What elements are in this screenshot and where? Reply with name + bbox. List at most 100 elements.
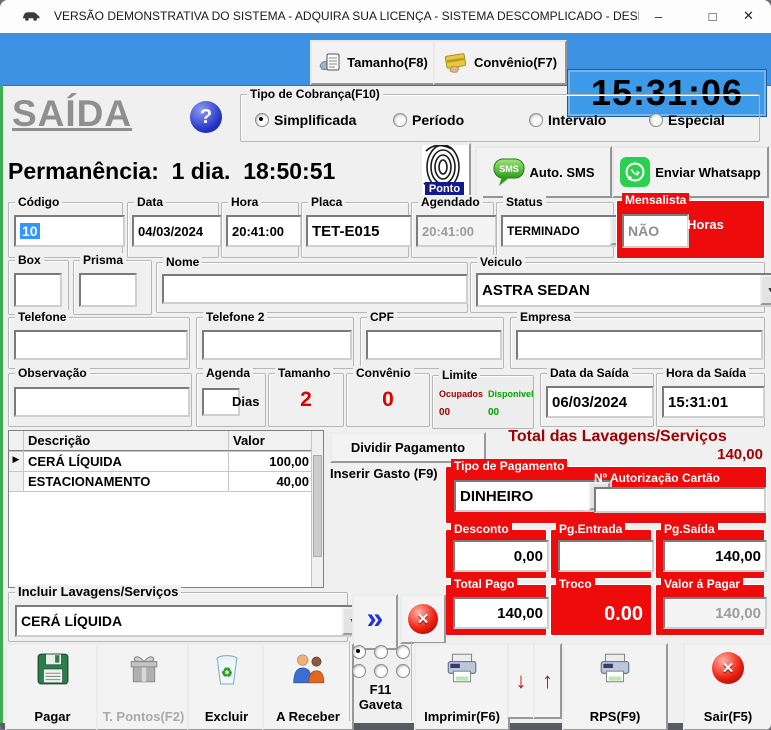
- table-row[interactable]: ESTACIONAMENTO 40,00: [9, 472, 323, 492]
- mensalista-input[interactable]: NÃO: [622, 214, 689, 248]
- placa-input[interactable]: TET-E015: [306, 215, 412, 247]
- gaveta-radio-3[interactable]: [395, 645, 410, 659]
- valor-pagar-legend: Valor á Pagar: [661, 577, 744, 591]
- veiculo-dropdown[interactable]: ASTRA SEDAN ▼: [476, 273, 771, 307]
- gaveta-radio-5[interactable]: [373, 664, 388, 678]
- table-row[interactable]: ▶ CERÁ LÍQUIDA 100,00: [9, 452, 323, 472]
- table-scrollbar[interactable]: [311, 431, 323, 587]
- radio-intervalo[interactable]: Intervalo: [529, 112, 606, 128]
- pagar-button[interactable]: Pagar: [5, 643, 100, 730]
- prisma-input[interactable]: [79, 273, 137, 307]
- empresa-input[interactable]: [516, 330, 763, 360]
- sair-button[interactable]: ✕ Sair(F5): [683, 643, 771, 730]
- ponto-button[interactable]: Ponto: [420, 143, 471, 201]
- mensalista-legend: Mensalista: [622, 193, 690, 207]
- descricao-column-header: Descrição: [24, 431, 229, 451]
- scroll-down-button[interactable]: ↓: [507, 643, 535, 719]
- telefone-label: Telefone: [15, 310, 70, 324]
- credit-card-icon: [444, 52, 467, 73]
- imprimir-button[interactable]: Imprimir(F6): [414, 643, 510, 730]
- autorizacao-label: Nº Autorização Cartão: [594, 471, 720, 485]
- a-receber-button[interactable]: A Receber: [262, 643, 354, 730]
- gaveta-radio-6[interactable]: [395, 664, 410, 678]
- total-pago-input[interactable]: 140,00: [453, 597, 549, 629]
- data-input[interactable]: 04/03/2024: [132, 215, 222, 247]
- observacao-label: Observação: [15, 366, 90, 380]
- help-icon[interactable]: ?: [190, 101, 222, 133]
- excluir-button[interactable]: ♻ Excluir: [187, 643, 266, 730]
- hora-input[interactable]: 20:41:00: [226, 215, 302, 247]
- hora-saida-label: Hora da Saída: [663, 366, 750, 380]
- tipo-pagamento-dropdown[interactable]: DINHEIRO ▼: [454, 480, 612, 512]
- auto-sms-button[interactable]: SMS Auto. SMS: [475, 146, 612, 198]
- hora-saida-input[interactable]: 15:31:01: [662, 386, 765, 418]
- svg-text:♻: ♻: [221, 665, 233, 680]
- servicos-table[interactable]: Descrição Valor ▶ CERÁ LÍQUIDA 100,00 ES…: [8, 430, 324, 588]
- a-receber-label: A Receber: [276, 709, 340, 724]
- radio-dot-icon: [393, 113, 407, 127]
- pg-entrada-input[interactable]: [558, 540, 654, 572]
- agenda-label: Agenda: [203, 366, 254, 380]
- row-marker-icon: ▶: [9, 452, 24, 471]
- observacao-input[interactable]: [14, 387, 190, 417]
- radio-especial[interactable]: Especial: [649, 112, 725, 128]
- convenio-button-label: Convênio(F7): [473, 55, 558, 70]
- empresa-group: Empresa: [510, 310, 765, 369]
- box-input[interactable]: [14, 273, 62, 307]
- rps-button[interactable]: RPS(F9): [562, 643, 668, 730]
- telefone2-input[interactable]: [202, 330, 352, 360]
- data-saida-input[interactable]: 06/03/2024: [546, 386, 654, 418]
- scroll-up-button[interactable]: ↑: [533, 643, 562, 719]
- gaveta-radio-4[interactable]: [351, 664, 366, 678]
- tamanho-label: Tamanho: [275, 366, 334, 380]
- gaveta-radio-1[interactable]: [351, 645, 366, 659]
- limite-group: Limite Ocupados 00 Disponivel 00: [432, 368, 534, 429]
- radio-simplificada[interactable]: Simplificada: [255, 112, 356, 128]
- page-title: SAÍDA: [12, 93, 133, 134]
- window-title: VERSÃO DEMONSTRATIVA DO SISTEMA - ADQUIR…: [54, 9, 639, 23]
- gaveta-radio-2[interactable]: [373, 645, 388, 659]
- scrollbar-thumb[interactable]: [313, 455, 322, 557]
- incluir-servicos-dropdown[interactable]: CERÁ LÍQUIDA ▼: [15, 605, 365, 637]
- tipo-pagamento-value: DINHEIRO: [460, 487, 534, 505]
- desconto-input[interactable]: 0,00: [453, 540, 549, 572]
- cpf-input[interactable]: [366, 330, 502, 360]
- tamanho-button[interactable]: Tamanho(F8): [310, 40, 436, 85]
- gaveta-panel: F11 Gaveta: [349, 641, 412, 721]
- data-saida-group: Data da Saída 06/03/2024: [540, 366, 654, 427]
- cpf-label: CPF: [367, 310, 397, 324]
- nome-input[interactable]: [162, 274, 468, 304]
- status-value: TERMINADO: [507, 224, 580, 238]
- close-button[interactable]: ✕: [726, 0, 771, 32]
- remove-servico-button[interactable]: ✕: [400, 594, 446, 644]
- ponto-button-label: Ponto: [425, 182, 464, 196]
- minimize-button[interactable]: –: [636, 0, 681, 32]
- servico-valor: 100,00: [229, 452, 314, 471]
- radio-especial-label: Especial: [668, 112, 725, 128]
- valor-pagar-panel: Valor á Pagar 140,00: [655, 577, 767, 636]
- pg-saida-input[interactable]: 140,00: [663, 540, 767, 572]
- codigo-input[interactable]: 10: [14, 215, 125, 247]
- permanencia-text: Permanência: 1 dia. 18:50:51: [8, 158, 336, 184]
- telefone-input[interactable]: [14, 330, 188, 360]
- box-label: Box: [15, 253, 44, 267]
- notepad-hand-icon: [319, 53, 340, 70]
- status-dropdown[interactable]: TERMINADO ▼: [501, 215, 633, 247]
- convenio-button[interactable]: Convênio(F7): [433, 40, 567, 85]
- data-group: Data 04/03/2024: [127, 195, 222, 258]
- t-pontos-button[interactable]: T. Pontos(F2): [96, 643, 191, 730]
- radio-periodo-label: Período: [412, 112, 465, 128]
- tamanho-group: Tamanho 2: [268, 366, 344, 427]
- autorizacao-input[interactable]: [594, 487, 766, 513]
- telefone2-label: Telefone 2: [203, 310, 268, 324]
- veiculo-value: ASTRA SEDAN: [482, 281, 590, 299]
- convenio-value: 0: [382, 388, 394, 411]
- radio-periodo[interactable]: Período: [393, 112, 464, 128]
- status-group: Status TERMINADO ▼: [496, 195, 633, 258]
- troco-panel: Troco 0.00: [550, 577, 652, 636]
- whatsapp-button[interactable]: Enviar Whatsapp: [612, 146, 769, 198]
- auto-sms-label: Auto. SMS: [529, 164, 595, 180]
- background-window-edge-left: [0, 85, 3, 723]
- limite-legend: Limite: [439, 368, 481, 382]
- nome-group: Nome: [156, 255, 468, 313]
